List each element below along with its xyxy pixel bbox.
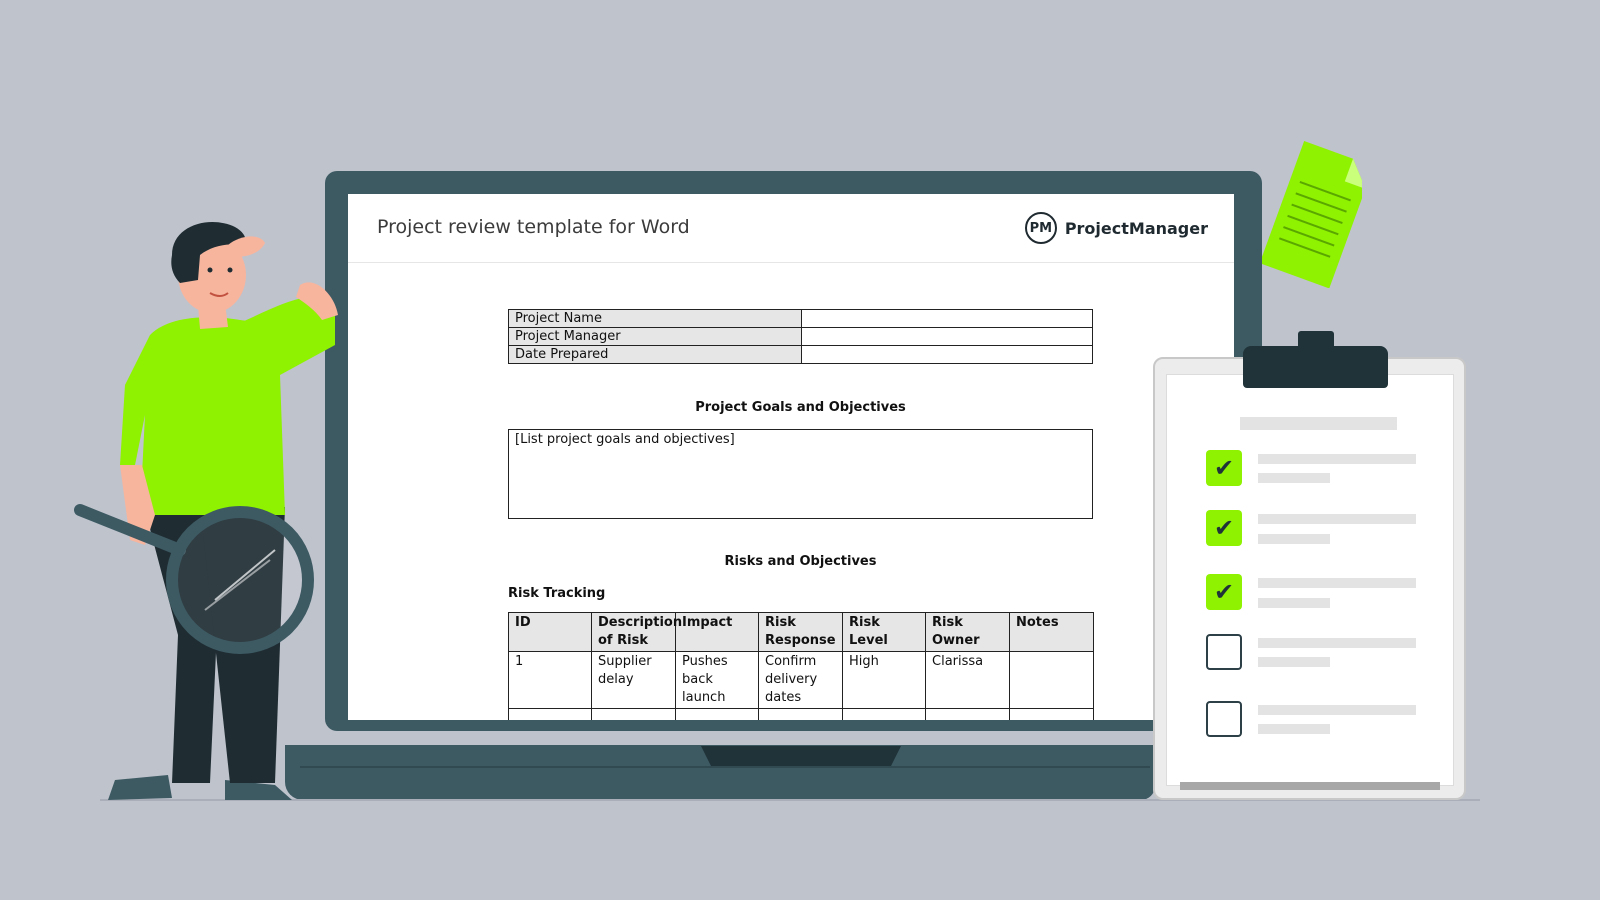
info-row: Project Name	[508, 309, 1093, 328]
checklist-line	[1258, 638, 1416, 648]
checklist-line	[1258, 473, 1330, 483]
projectmanager-logo-icon: PM	[1024, 212, 1057, 244]
column-header: Risk Level	[842, 612, 926, 652]
table-cell: 1	[508, 651, 592, 709]
info-value	[801, 309, 1093, 328]
table-cell: Pushes back launch	[675, 651, 759, 709]
checklist-title-placeholder	[1240, 417, 1397, 430]
table-row: 1 Supplier delay Pushes back launch Conf…	[508, 651, 1094, 709]
laptop-base-line	[300, 766, 1150, 768]
checked-box-icon: ✔	[1206, 510, 1242, 546]
table-cell: Clarissa	[925, 651, 1010, 709]
flying-document-icon	[1262, 140, 1362, 288]
document-header: Project review template for Word PM Proj…	[348, 194, 1234, 263]
info-row: Date Prepared	[508, 345, 1093, 364]
info-label: Date Prepared	[508, 345, 802, 364]
info-value	[801, 327, 1093, 346]
checked-box-icon: ✔	[1206, 574, 1242, 610]
column-header: Impact	[675, 612, 759, 652]
laptop-notch	[701, 746, 901, 766]
checklist-line	[1258, 598, 1330, 608]
document-title: Project review template for Word	[377, 216, 690, 238]
checklist-item: ✔	[1206, 574, 1242, 610]
column-header: Description of Risk	[591, 612, 682, 652]
risk-table-header: ID Description of Risk Impact Risk Respo…	[508, 612, 1094, 652]
info-label: Project Name	[508, 309, 802, 328]
checklist-line	[1258, 454, 1416, 464]
clipboard-clip	[1243, 346, 1388, 388]
column-header: Risk Owner	[925, 612, 1010, 652]
goals-box: [List project goals and objectives]	[508, 429, 1093, 519]
person-illustration	[74, 222, 338, 800]
info-value	[801, 345, 1093, 364]
laptop-screen: Project review template for Word PM Proj…	[348, 194, 1234, 720]
checklist-item	[1206, 701, 1242, 737]
checklist-line	[1258, 724, 1330, 734]
brand-name: ProjectManager	[1064, 218, 1208, 238]
unchecked-box-icon	[1206, 634, 1242, 670]
checklist-line	[1258, 514, 1416, 524]
unchecked-box-icon	[1206, 701, 1242, 737]
table-row	[508, 708, 1094, 720]
project-info-table: Project Name Project Manager Date Prepar…	[508, 309, 1093, 364]
checklist-line	[1258, 578, 1416, 588]
risks-heading: Risks and Objectives	[724, 554, 877, 569]
checked-box-icon: ✔	[1206, 450, 1242, 486]
checklist-item: ✔	[1206, 510, 1242, 546]
risk-tracking-heading: Risk Tracking	[508, 586, 606, 601]
risk-table: ID Description of Risk Impact Risk Respo…	[508, 612, 1094, 720]
table-cell	[1009, 651, 1094, 709]
goals-placeholder: [List project goals and objectives]	[515, 432, 735, 447]
table-cell: Supplier delay	[591, 651, 676, 709]
checklist-line	[1258, 657, 1330, 667]
brand: PM ProjectManager	[1024, 210, 1208, 246]
info-label: Project Manager	[508, 327, 802, 346]
column-header: Notes	[1009, 612, 1094, 652]
info-row: Project Manager	[508, 327, 1093, 346]
checklist-line	[1258, 705, 1416, 715]
clipboard-paper-shadow	[1180, 782, 1440, 790]
table-cell: High	[842, 651, 926, 709]
checklist-line	[1258, 534, 1330, 544]
table-cell: Confirm delivery dates	[758, 651, 843, 709]
column-header: Risk Response	[758, 612, 843, 652]
checklist-item: ✔	[1206, 450, 1242, 486]
column-header: ID	[508, 612, 592, 652]
goals-heading: Project Goals and Objectives	[695, 400, 906, 415]
checklist-item	[1206, 634, 1242, 670]
